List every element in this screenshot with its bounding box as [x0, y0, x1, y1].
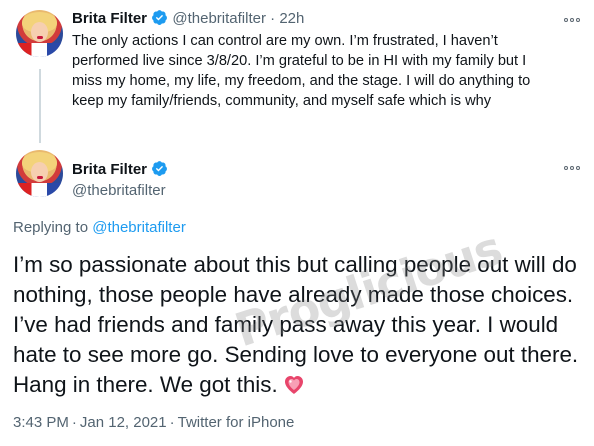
tweet-time[interactable]: 3:43 PM — [13, 414, 69, 431]
author-name[interactable]: Brita Filter — [72, 161, 147, 178]
avatar[interactable] — [16, 150, 63, 197]
verified-badge-icon — [152, 10, 168, 25]
more-options-icon[interactable] — [564, 164, 582, 172]
separator: · — [169, 414, 175, 431]
more-options-icon[interactable] — [564, 16, 582, 24]
tweet2-text: I’m so passionate about this but calling… — [13, 250, 578, 400]
replying-to: Replying to @thebritafilter — [13, 219, 186, 236]
tweet-metadata: 3:43 PM · Jan 12, 2021 · Twitter for iPhone — [13, 414, 294, 431]
avatar[interactable] — [16, 10, 63, 57]
thread-connector — [39, 69, 41, 143]
tweet-line: I’ve had friends and family pass away th… — [13, 312, 559, 337]
tweet-line: I’m so passionate about this but calling… — [13, 252, 577, 277]
tweet-date[interactable]: Jan 12, 2021 — [80, 414, 167, 431]
sparkling-heart-icon — [284, 376, 303, 394]
tweet-line: hate to see more go. Sending love to eve… — [13, 342, 579, 367]
separator: · — [71, 414, 77, 431]
author-handle[interactable]: @thebritafilter — [72, 182, 166, 199]
tweet-line: performed live since 3/8/20. I’m gratefu… — [72, 53, 527, 69]
replying-prefix: Replying to — [13, 219, 89, 236]
verified-badge-icon — [152, 161, 168, 176]
tweet1-header: Brita Filter @thebritafilter · 22h — [72, 9, 304, 27]
tweet-line: nothing, those people have already made … — [13, 282, 574, 307]
tweet1-text: The only actions I can control are my ow… — [72, 31, 564, 111]
tweet-line: Hang in there. We got this. — [13, 372, 278, 397]
replying-to-link[interactable]: @thebritafilter — [92, 219, 186, 236]
author-name[interactable]: Brita Filter — [72, 10, 147, 27]
separator: · — [270, 10, 276, 27]
tweet-line: keep my family/friends, community, and m… — [72, 93, 492, 109]
tweet-line: miss my home, my life, my freedom, and t… — [72, 73, 531, 89]
timestamp[interactable]: 22h — [279, 10, 304, 27]
author-handle[interactable]: @thebritafilter — [172, 10, 266, 27]
tweet2-author: Brita Filter — [72, 160, 168, 178]
tweet-line: The only actions I can control are my ow… — [72, 33, 498, 49]
tweet-source[interactable]: Twitter for iPhone — [178, 414, 295, 431]
tweet-line-last: Hang in there. We got this. — [13, 370, 578, 400]
